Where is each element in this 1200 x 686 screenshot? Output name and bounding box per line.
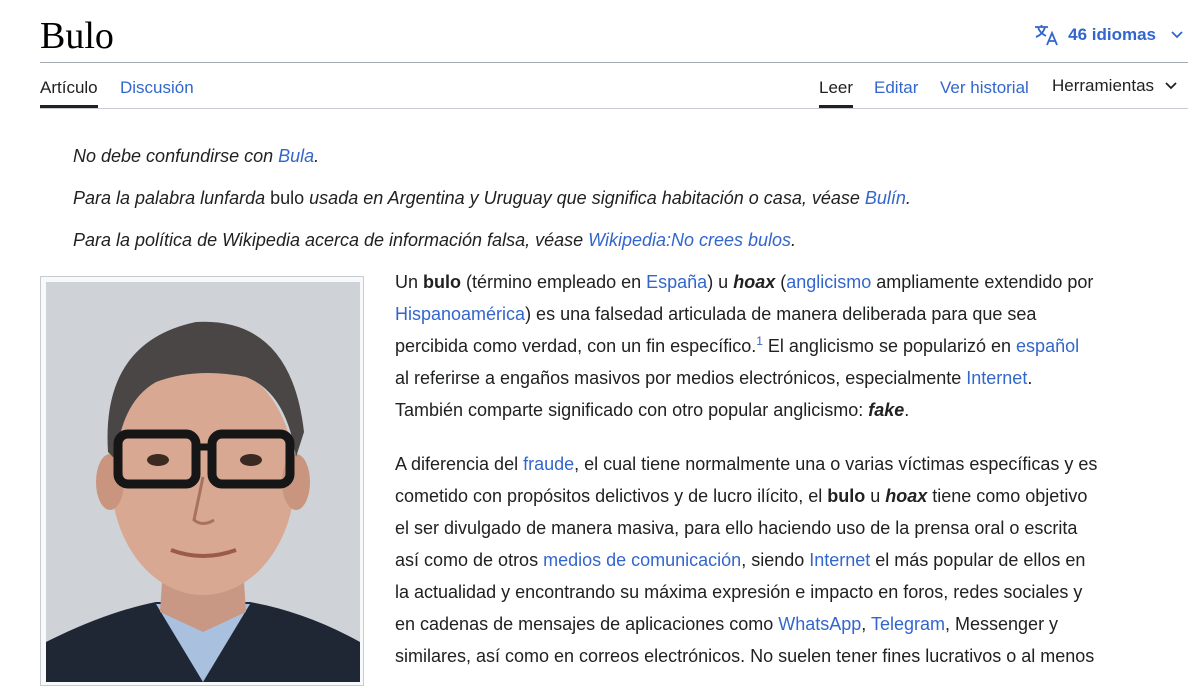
tab-read[interactable]: Leer xyxy=(819,63,854,108)
link-internet[interactable]: Internet xyxy=(966,368,1027,388)
link-bulin[interactable]: Bulín xyxy=(865,188,906,208)
chevron-down-icon xyxy=(1170,30,1184,40)
tools-label: Herramientas xyxy=(1052,75,1155,95)
hatnote-2: Para la palabra lunfarda bulo usada en A… xyxy=(73,188,911,208)
translate-icon xyxy=(1034,24,1060,46)
link-espanol[interactable]: español xyxy=(1016,336,1079,356)
article-paragraph-2: A diferencia del fraude, el cual tiene n… xyxy=(395,454,1098,666)
link-medios-de-comunicacion[interactable]: medios de comunicación xyxy=(543,550,741,570)
link-espana[interactable]: España xyxy=(646,272,707,292)
link-fraude[interactable]: fraude xyxy=(523,454,574,474)
page-header: Bulo 46 idiomas xyxy=(40,0,1188,63)
portrait-photo xyxy=(46,282,360,682)
hatnote-3: Para la política de Wikipedia acerca de … xyxy=(73,230,797,250)
link-hispanoamerica[interactable]: Hispanoamérica xyxy=(395,304,525,324)
tab-edit[interactable]: Editar xyxy=(874,63,918,108)
link-internet-2[interactable]: Internet xyxy=(809,550,870,570)
link-bula[interactable]: Bula xyxy=(278,146,314,166)
link-whatsapp[interactable]: WhatsApp xyxy=(778,614,861,634)
reference-1[interactable]: 1 xyxy=(756,334,763,348)
hatnote-1: No debe confundirse con Bula. xyxy=(73,146,320,166)
tools-dropdown[interactable]: Herramientas xyxy=(1052,63,1178,108)
tab-history[interactable]: Ver historial xyxy=(940,63,1029,108)
page-tabs: Artículo Discusión Leer Editar Ver histo… xyxy=(40,63,1188,109)
link-anglicismo[interactable]: anglicismo xyxy=(786,272,871,292)
tab-article[interactable]: Artículo xyxy=(40,63,98,108)
link-no-crees-bulos[interactable]: Wikipedia:No crees bulos xyxy=(588,230,791,250)
link-telegram[interactable]: Telegram xyxy=(871,614,945,634)
languages-count: 46 idiomas xyxy=(1068,25,1156,44)
language-selector-button[interactable]: 46 idiomas xyxy=(1034,24,1184,46)
article-paragraph-1: Un bulo (término empleado en España) u h… xyxy=(395,272,1094,420)
tab-discussion[interactable]: Discusión xyxy=(120,63,194,108)
chevron-down-icon xyxy=(1164,76,1178,96)
page-title: Bulo xyxy=(40,15,114,57)
infobox-image[interactable] xyxy=(40,276,364,686)
